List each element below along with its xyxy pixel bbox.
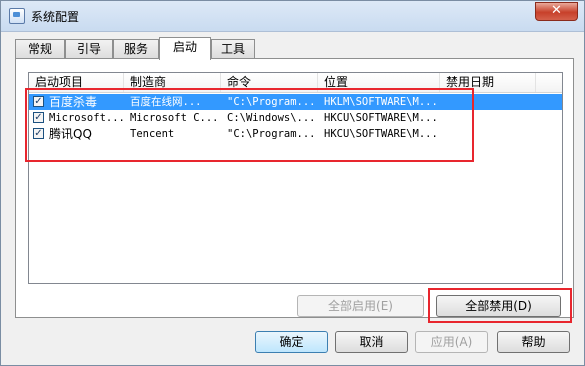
cell-manufacturer: 百度在线网... — [130, 96, 202, 108]
ok-button[interactable]: 确定 — [255, 331, 328, 353]
tab-tools[interactable]: 工具 — [211, 39, 255, 59]
startup-items-list[interactable]: 启动项目 制造商 命令 位置 禁用日期 ✓ 百度杀毒 百度在线网... "C:\… — [28, 72, 563, 284]
startup-checkbox[interactable]: ✓ — [33, 112, 44, 123]
cell-manufacturer: Tencent — [130, 128, 175, 140]
cell-date-disabled — [446, 94, 536, 110]
cell-item: 百度杀毒 — [49, 95, 98, 109]
table-row[interactable]: ✓ Microsoft... Microsoft C... C:\Windows… — [29, 110, 562, 126]
cell-date-disabled — [446, 110, 536, 126]
cell-item: 腾讯QQ — [49, 127, 92, 141]
cell-command: C:\Windows\... — [227, 112, 316, 124]
cell-manufacturer: Microsoft C... — [130, 112, 219, 124]
apply-button[interactable]: 应用(A) — [415, 331, 488, 353]
close-button[interactable]: ✕ — [535, 2, 578, 21]
column-header-location[interactable]: 位置 — [318, 73, 440, 92]
cell-command: "C:\Program... — [227, 128, 316, 140]
column-header-date-disabled[interactable]: 禁用日期 — [440, 73, 536, 92]
column-header-command[interactable]: 命令 — [221, 73, 318, 92]
cell-location: HKCU\SOFTWARE\M... — [324, 112, 438, 124]
table-row[interactable]: ✓ 百度杀毒 百度在线网... "C:\Program... HKLM\SOFT… — [29, 94, 562, 110]
title-bar[interactable]: 系统配置 ✕ — [1, 1, 584, 32]
cell-item: Microsoft... — [49, 112, 124, 124]
column-header-startup-item[interactable]: 启动项目 — [29, 73, 124, 92]
cell-location: HKCU\SOFTWARE\M... — [324, 128, 438, 140]
list-header: 启动项目 制造商 命令 位置 禁用日期 — [29, 73, 562, 93]
startup-tab-panel: 启动项目 制造商 命令 位置 禁用日期 ✓ 百度杀毒 百度在线网... "C:\… — [15, 58, 574, 318]
tab-startup[interactable]: 启动 — [159, 37, 211, 60]
window-title: 系统配置 — [31, 10, 80, 24]
tab-boot[interactable]: 引导 — [65, 39, 113, 59]
help-button[interactable]: 帮助 — [497, 331, 570, 353]
startup-checkbox[interactable]: ✓ — [33, 96, 44, 107]
cell-command: "C:\Program... — [227, 96, 316, 108]
tab-services[interactable]: 服务 — [113, 39, 159, 59]
cancel-button[interactable]: 取消 — [335, 331, 408, 353]
tab-general[interactable]: 常规 — [15, 39, 65, 59]
cell-date-disabled — [446, 126, 536, 142]
enable-all-button[interactable]: 全部启用(E) — [297, 295, 424, 317]
disable-all-button[interactable]: 全部禁用(D) — [436, 295, 561, 317]
table-row[interactable]: ✓ 腾讯QQ Tencent "C:\Program... HKCU\SOFTW… — [29, 126, 562, 142]
cell-location: HKLM\SOFTWARE\M... — [324, 96, 438, 108]
column-header-manufacturer[interactable]: 制造商 — [124, 73, 221, 92]
system-config-window: 系统配置 ✕ 常规 引导 服务 启动 工具 启动项目 制造商 命令 位置 禁用日… — [0, 0, 585, 366]
msconfig-app-icon — [9, 8, 25, 24]
startup-checkbox[interactable]: ✓ — [33, 128, 44, 139]
